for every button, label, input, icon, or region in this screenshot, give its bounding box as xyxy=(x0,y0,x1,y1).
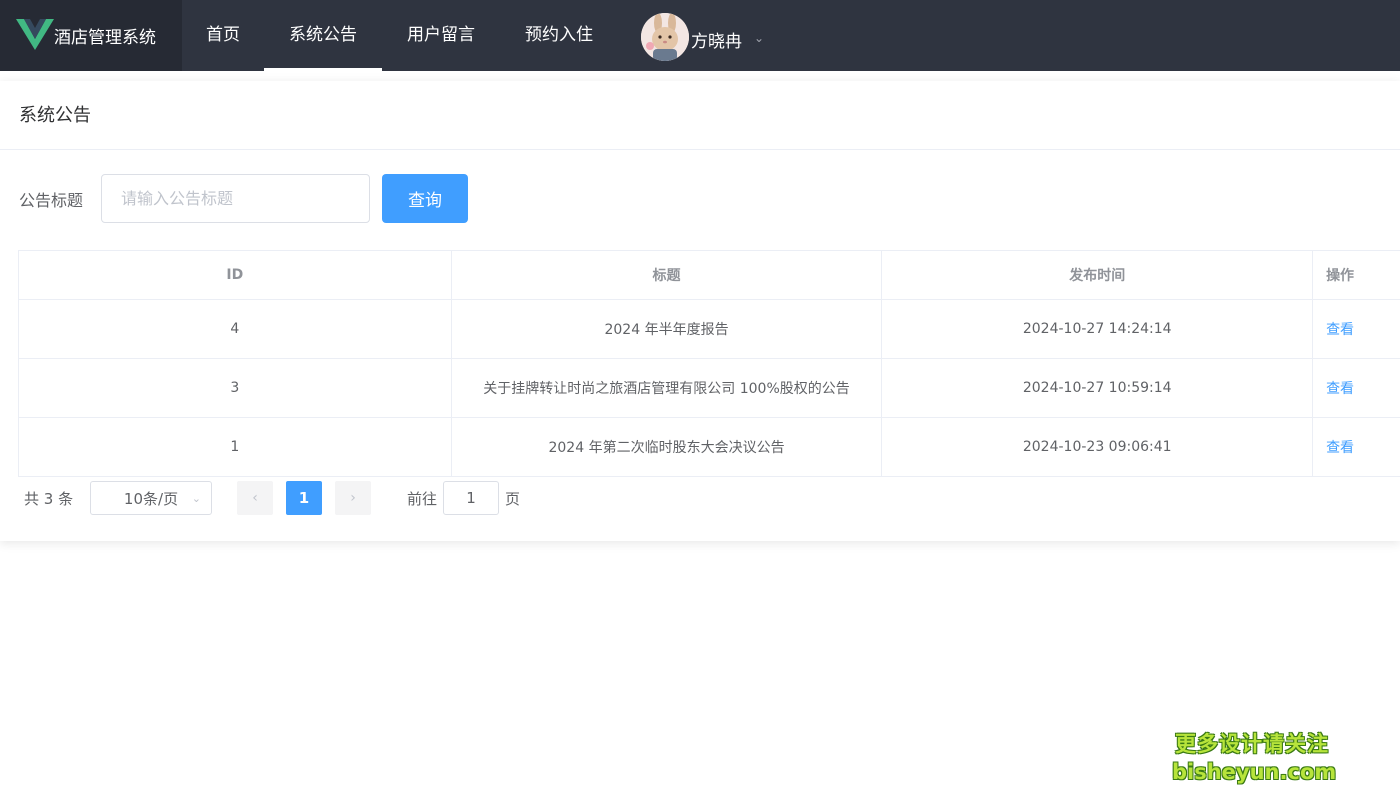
cell-title: 关于挂牌转让时尚之旅酒店管理有限公司 100%股权的公告 xyxy=(452,359,883,417)
cell-time: 2024-10-27 10:59:14 xyxy=(882,359,1314,417)
chevron-left-icon: ‹ xyxy=(252,490,258,506)
next-page-button[interactable]: › xyxy=(335,481,371,515)
rabbit-avatar-icon xyxy=(641,13,689,61)
column-header-time[interactable]: 发布时间 xyxy=(882,251,1314,299)
column-header-id[interactable]: ID xyxy=(19,251,452,299)
page-number-current[interactable]: 1 xyxy=(286,481,322,515)
nav-item-booking[interactable]: 预约入住 xyxy=(500,0,618,71)
announcement-card: 系统公告 公告标题 查询 ID 标题 发布时间 操作 4 2024 年半年度报告… xyxy=(0,81,1400,541)
search-label: 公告标题 xyxy=(19,190,84,210)
brand[interactable]: 酒店管理系统 xyxy=(0,0,182,71)
cell-title: 2024 年半年度报告 xyxy=(452,300,883,358)
column-header-action: 操作 xyxy=(1326,268,1355,284)
goto-suffix: 页 xyxy=(505,489,521,508)
goto-page-input[interactable] xyxy=(443,481,500,515)
table-header: ID 标题 发布时间 操作 xyxy=(19,251,1400,300)
prev-page-button[interactable]: ‹ xyxy=(237,481,273,515)
cell-id: 3 xyxy=(19,359,452,417)
user-menu[interactable]: 方晓冉 ⌄ xyxy=(641,13,764,61)
chevron-right-icon: › xyxy=(350,490,356,506)
page-size-select[interactable]: 10条/页 ⌄ xyxy=(90,481,212,515)
chevron-down-icon: ⌄ xyxy=(191,491,201,505)
column-header-title[interactable]: 标题 xyxy=(452,251,883,299)
chevron-down-icon[interactable]: ⌄ xyxy=(754,31,764,45)
search-form: 公告标题 查询 xyxy=(19,174,468,223)
view-link[interactable]: 查看 xyxy=(1326,437,1354,457)
watermark-line2: bisheyun.com xyxy=(1172,760,1337,784)
watermark: 更多设计请关注 bisheyun.com xyxy=(1172,728,1337,784)
cell-id: 4 xyxy=(19,300,452,358)
username: 方晓冉 xyxy=(691,31,742,52)
search-input[interactable] xyxy=(101,174,370,223)
nav-item-home[interactable]: 首页 xyxy=(182,0,264,71)
pagination: 共 3 条 10条/页 ⌄ ‹ 1 › 前往 页 xyxy=(24,480,520,516)
watermark-line1: 更多设计请关注 xyxy=(1175,732,1329,756)
table-row: 3 关于挂牌转让时尚之旅酒店管理有限公司 100%股权的公告 2024-10-2… xyxy=(19,359,1400,418)
cell-title: 2024 年第二次临时股东大会决议公告 xyxy=(452,418,883,476)
query-button[interactable]: 查询 xyxy=(382,174,468,223)
page-size-value: 10条/页 xyxy=(123,489,179,508)
pagination-total: 共 3 条 xyxy=(24,489,74,508)
announcement-table: ID 标题 发布时间 操作 4 2024 年半年度报告 2024-10-27 1… xyxy=(18,250,1400,477)
top-navbar: 酒店管理系统 首页 系统公告 用户留言 预约入住 方晓冉 ⌄ xyxy=(0,0,1400,71)
nav-item-announcements[interactable]: 系统公告 xyxy=(264,0,382,71)
view-link[interactable]: 查看 xyxy=(1326,319,1354,339)
brand-title: 酒店管理系统 xyxy=(54,28,156,48)
page-title: 系统公告 xyxy=(0,81,1400,150)
table-row: 4 2024 年半年度报告 2024-10-27 14:24:14 查看 xyxy=(19,300,1400,359)
cell-time: 2024-10-23 09:06:41 xyxy=(882,418,1314,476)
cell-time: 2024-10-27 14:24:14 xyxy=(882,300,1314,358)
view-link[interactable]: 查看 xyxy=(1326,378,1354,398)
goto-label: 前往 xyxy=(407,489,438,508)
nav-item-messages[interactable]: 用户留言 xyxy=(382,0,500,71)
cell-id: 1 xyxy=(19,418,452,476)
vue-logo-icon xyxy=(16,17,54,55)
table-row: 1 2024 年第二次临时股东大会决议公告 2024-10-23 09:06:4… xyxy=(19,418,1400,477)
